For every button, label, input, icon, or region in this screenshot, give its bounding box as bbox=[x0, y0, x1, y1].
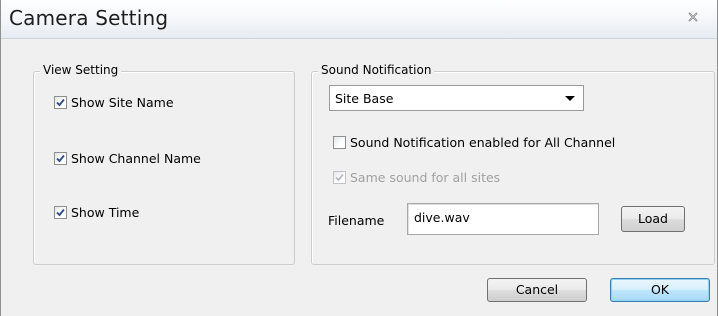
checkmark-icon bbox=[56, 154, 65, 162]
show-site-name-checkbox[interactable]: Show Site Name bbox=[54, 93, 174, 111]
checkbox-box[interactable] bbox=[333, 135, 346, 149]
same-sound-checkbox[interactable]: Same sound for all sites bbox=[333, 168, 500, 186]
filename-field[interactable] bbox=[407, 203, 599, 235]
checkbox-box[interactable] bbox=[54, 205, 67, 219]
checkbox-box[interactable] bbox=[54, 95, 67, 109]
load-button[interactable]: Load bbox=[621, 206, 685, 232]
checkbox-box[interactable] bbox=[333, 170, 346, 184]
show-site-name-label: Show Site Name bbox=[71, 94, 174, 110]
checkmark-icon bbox=[335, 173, 344, 181]
enable-all-channel-label: Sound Notification enabled for All Chann… bbox=[350, 134, 616, 150]
sound-mode-dropdown[interactable]: Site Base bbox=[329, 85, 584, 111]
show-channel-name-label: Show Channel Name bbox=[71, 150, 201, 166]
close-button[interactable] bbox=[681, 6, 705, 28]
sound-mode-selected-value: Site Base bbox=[335, 91, 394, 106]
filename-label: Filename bbox=[328, 213, 385, 228]
checkmark-icon bbox=[56, 208, 65, 216]
show-channel-name-checkbox[interactable]: Show Channel Name bbox=[54, 149, 201, 167]
checkbox-box[interactable] bbox=[54, 151, 67, 165]
filename-input[interactable] bbox=[410, 206, 598, 228]
camera-setting-dialog: Camera Setting View Setting Show Site Na… bbox=[0, 0, 718, 316]
ok-button[interactable]: OK bbox=[610, 278, 710, 302]
close-icon bbox=[688, 12, 698, 22]
show-time-label: Show Time bbox=[71, 204, 140, 220]
sound-notification-legend: Sound Notification bbox=[318, 63, 435, 77]
show-time-checkbox[interactable]: Show Time bbox=[54, 203, 139, 221]
cancel-button[interactable]: Cancel bbox=[487, 278, 587, 302]
view-setting-legend: View Setting bbox=[40, 63, 122, 77]
title-bar[interactable]: Camera Setting bbox=[1, 0, 717, 39]
same-sound-label: Same sound for all sites bbox=[350, 169, 501, 185]
checkmark-icon bbox=[56, 98, 65, 106]
dialog-title: Camera Setting bbox=[9, 6, 169, 30]
chevron-down-icon[interactable] bbox=[565, 96, 575, 101]
enable-all-channel-checkbox[interactable]: Sound Notification enabled for All Chann… bbox=[333, 133, 615, 151]
